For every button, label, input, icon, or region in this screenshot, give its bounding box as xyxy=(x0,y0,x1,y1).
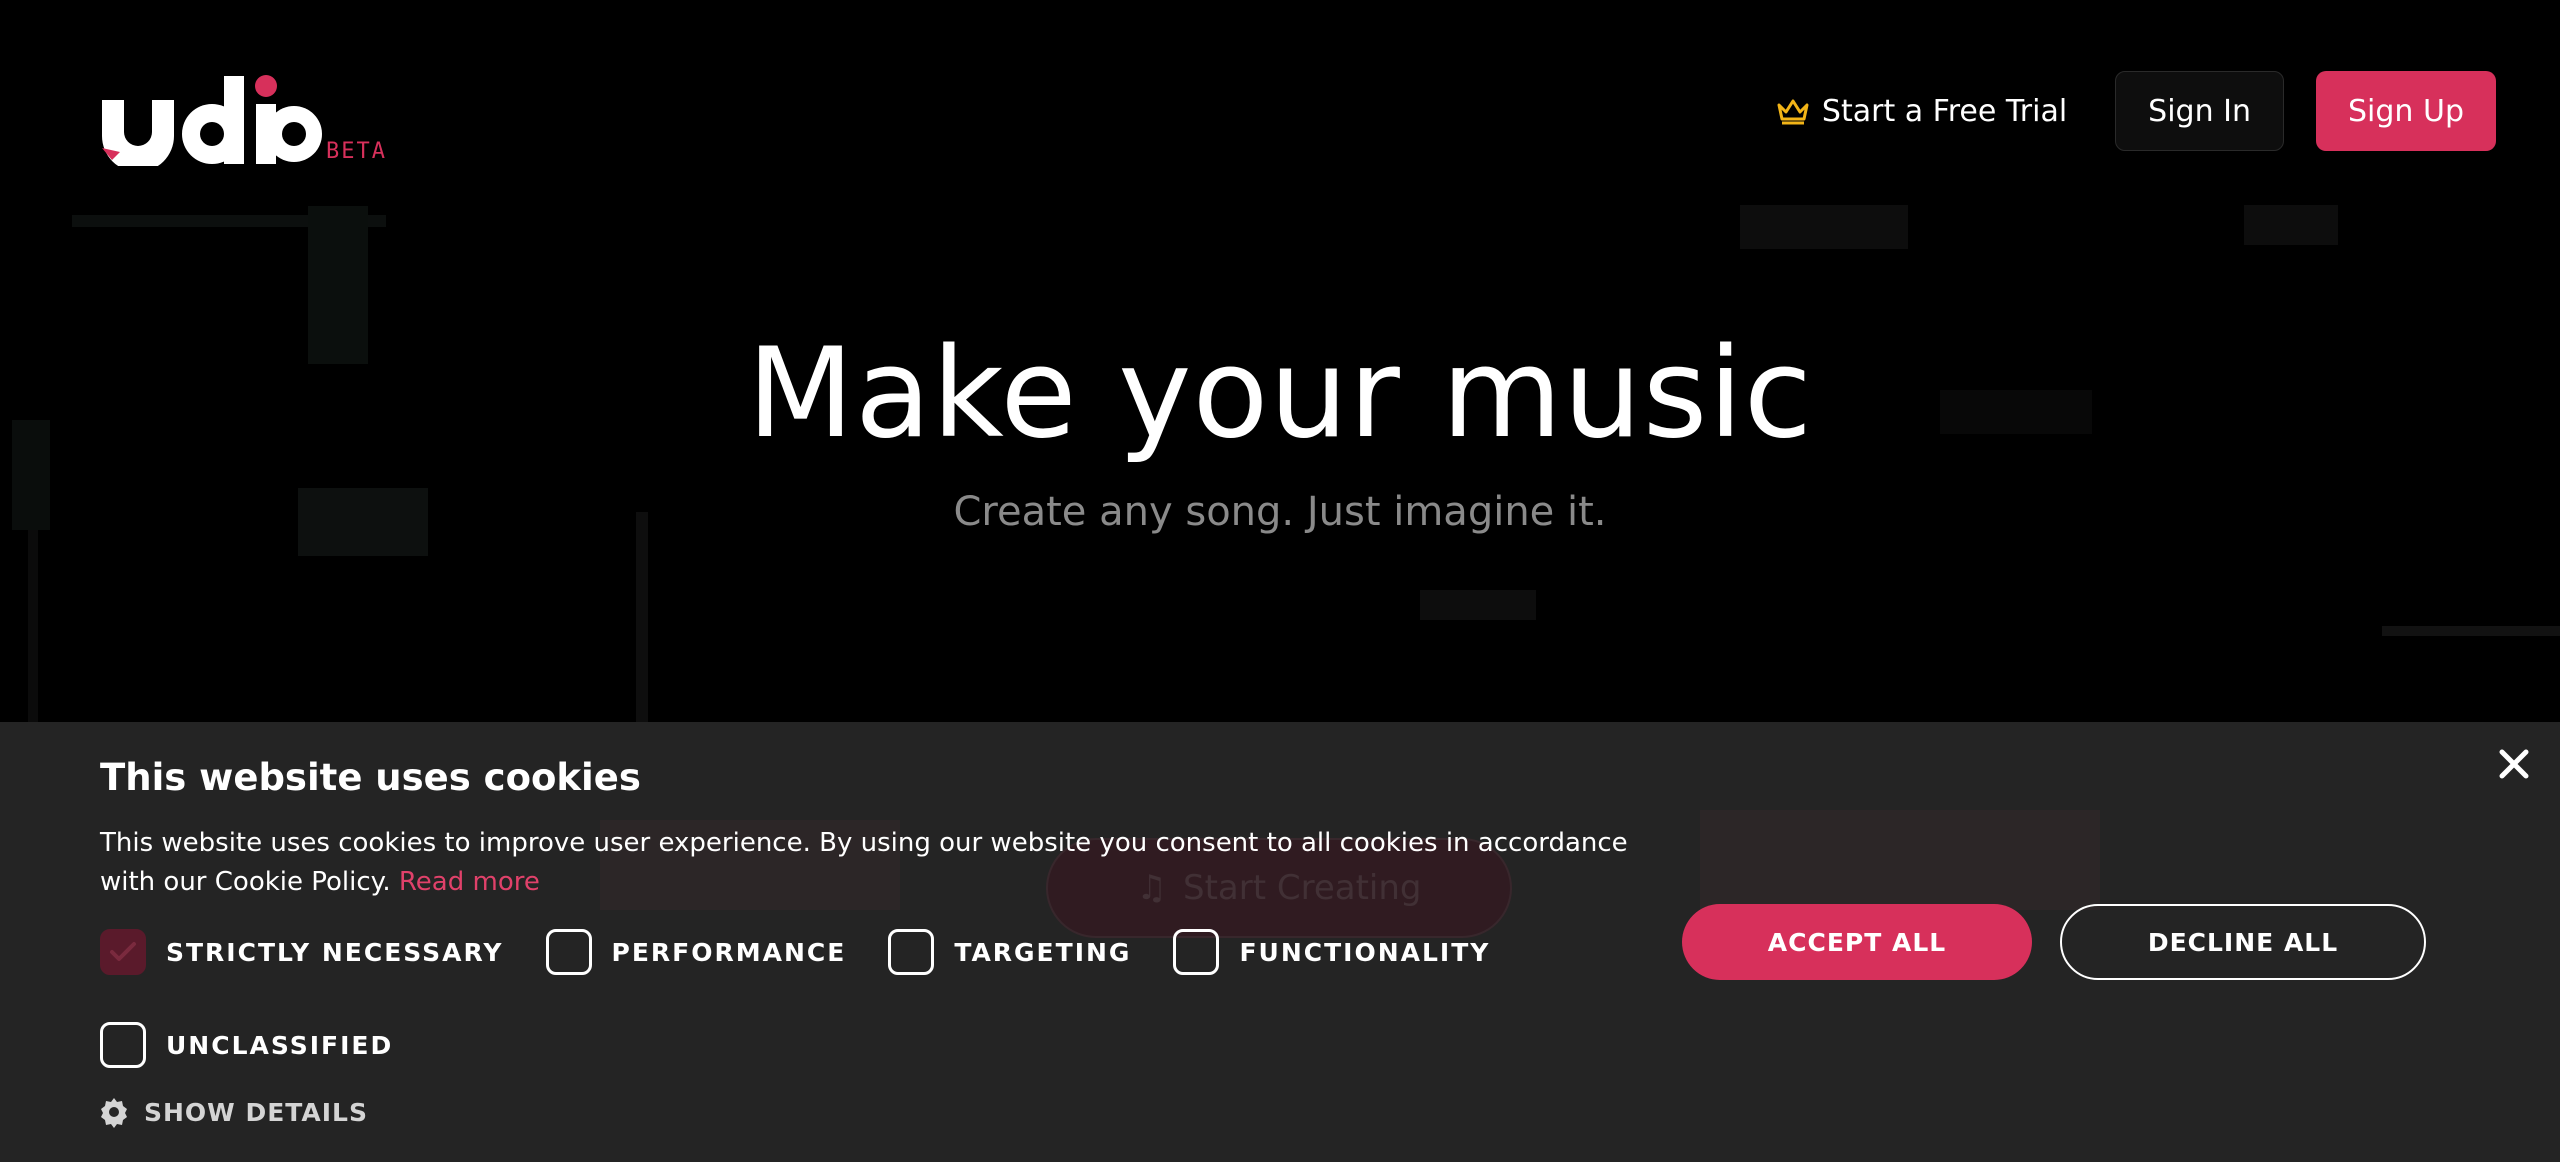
background-decoration xyxy=(2244,205,2338,245)
checkbox-label: TARGETING xyxy=(954,937,1132,967)
background-decoration xyxy=(2382,626,2560,636)
background-decoration xyxy=(1740,205,1908,249)
sign-up-button[interactable]: Sign Up xyxy=(2316,71,2496,151)
cookie-categories-row-2: UNCLASSIFIED xyxy=(100,1019,435,1071)
checkbox-functionality[interactable]: FUNCTIONALITY xyxy=(1173,929,1490,975)
cookie-categories: STRICTLY NECESSARY PERFORMANCE TARGETING… xyxy=(100,926,1532,978)
read-more-link[interactable]: Read more xyxy=(399,867,540,897)
close-icon[interactable] xyxy=(2496,746,2532,782)
show-details-label: SHOW DETAILS xyxy=(144,1097,368,1127)
cookie-banner-title: This website uses cookies xyxy=(100,756,641,799)
checkbox-label: UNCLASSIFIED xyxy=(166,1030,394,1060)
checkbox-box[interactable] xyxy=(100,1022,146,1068)
checkbox-label: FUNCTIONALITY xyxy=(1239,937,1491,967)
start-free-trial-label: Start a Free Trial xyxy=(1821,93,2068,129)
hero-subtitle: Create any song. Just imagine it. xyxy=(953,489,1607,535)
udio-logo[interactable]: BETA xyxy=(100,66,387,166)
show-details-toggle[interactable]: SHOW DETAILS xyxy=(98,1096,368,1128)
checkbox-box[interactable] xyxy=(1173,929,1220,975)
checkbox-box[interactable] xyxy=(545,929,592,975)
beta-badge: BETA xyxy=(326,139,387,164)
checkbox-label: PERFORMANCE xyxy=(611,937,847,967)
udio-landing-page: BETA Start a Free Trial Sign In Sign Up … xyxy=(0,0,2560,1162)
site-header: BETA Start a Free Trial Sign In Sign Up xyxy=(0,0,2560,200)
background-decoration xyxy=(28,530,38,722)
checkmark-icon xyxy=(110,942,136,961)
background-decoration xyxy=(1420,590,1536,620)
gear-icon xyxy=(101,1098,127,1128)
checkbox-targeting[interactable]: TARGETING xyxy=(888,929,1131,975)
cookie-banner-text: This website uses cookies to improve use… xyxy=(100,824,1640,902)
top-nav: Start a Free Trial Sign In Sign Up xyxy=(1776,70,2496,152)
decline-all-button[interactable]: DECLINE ALL xyxy=(2060,904,2426,980)
checkbox-unclassified[interactable]: UNCLASSIFIED xyxy=(100,1022,393,1068)
checkbox-box[interactable] xyxy=(888,929,935,975)
sign-in-button[interactable]: Sign In xyxy=(2115,71,2285,151)
checkbox-label: STRICTLY NECESSARY xyxy=(166,937,504,967)
start-free-trial-link[interactable]: Start a Free Trial xyxy=(1776,94,2067,129)
checkbox-strictly-necessary[interactable]: STRICTLY NECESSARY xyxy=(100,929,504,975)
hero-title: Make your music xyxy=(747,322,1813,466)
accept-all-button[interactable]: ACCEPT ALL xyxy=(1682,904,2032,980)
udio-logo-mark xyxy=(102,75,322,166)
checkbox-box[interactable] xyxy=(100,929,146,975)
cookie-banner-message: This website uses cookies to improve use… xyxy=(100,828,1628,897)
crown-icon xyxy=(1777,99,1809,125)
background-decoration xyxy=(636,512,648,722)
checkbox-performance[interactable]: PERFORMANCE xyxy=(545,929,847,975)
waveform-decoration xyxy=(1700,810,2100,910)
